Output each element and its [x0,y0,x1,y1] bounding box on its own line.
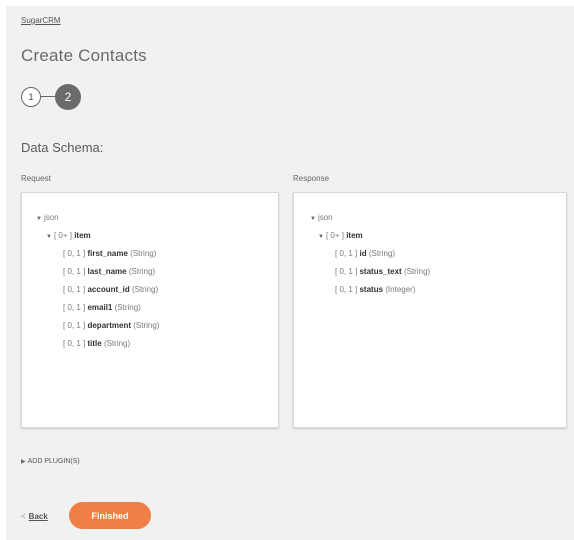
back-link[interactable]: < Back [21,512,48,521]
tree-field: [ 0, 1 ] last_name (String) [63,267,156,276]
tree-node-root[interactable]: ▼ json [310,213,333,222]
data-schema-heading: Data Schema: [21,140,104,155]
triangle-down-icon[interactable]: ▼ [318,234,324,240]
tree-field: [ 0, 1 ] account_id (String) [63,285,159,294]
tree-field: [ 0, 1 ] department (String) [63,321,160,330]
tree-field: [ 0, 1 ] first_name (String) [63,249,157,258]
finished-button[interactable]: Finished [69,502,151,529]
chevron-left-icon: < [21,512,26,521]
response-label: Response [293,174,330,183]
content-panel: SugarCRM Create Contacts 1 2 Data Schema… [6,6,574,540]
tree-field: [ 0, 1 ] email1 (String) [63,303,141,312]
tree-node-item[interactable]: ▼[ 0+ ] item [46,231,91,240]
tree-node-root[interactable]: ▼ json [36,213,59,222]
triangle-down-icon[interactable]: ▼ [46,234,52,240]
step-2-active[interactable]: 2 [55,84,81,110]
request-label: Request [21,174,51,183]
breadcrumb-link[interactable]: SugarCRM [21,16,61,25]
triangle-down-icon[interactable]: ▼ [36,216,42,222]
tree-field: [ 0, 1 ] status (Integer) [335,285,416,294]
page-title: Create Contacts [21,46,147,65]
step-1[interactable]: 1 [21,87,41,107]
tree-field: [ 0, 1 ] status_text (String) [335,267,431,276]
step-connector [41,96,55,97]
triangle-down-icon[interactable]: ▼ [310,216,316,222]
request-schema-box: ▼ json ▼[ 0+ ] item [ 0, 1 ] first_name (… [21,192,279,428]
response-schema-box: ▼ json ▼[ 0+ ] item [ 0, 1 ] id (String) … [293,192,567,428]
add-plugins-toggle[interactable]: ▶ ADD PLUGIN(S) [21,458,80,465]
tree-field: [ 0, 1 ] title (String) [63,339,131,348]
tree-field: [ 0, 1 ] id (String) [335,249,396,258]
tree-node-item[interactable]: ▼[ 0+ ] item [318,231,363,240]
triangle-right-icon: ▶ [21,459,26,465]
